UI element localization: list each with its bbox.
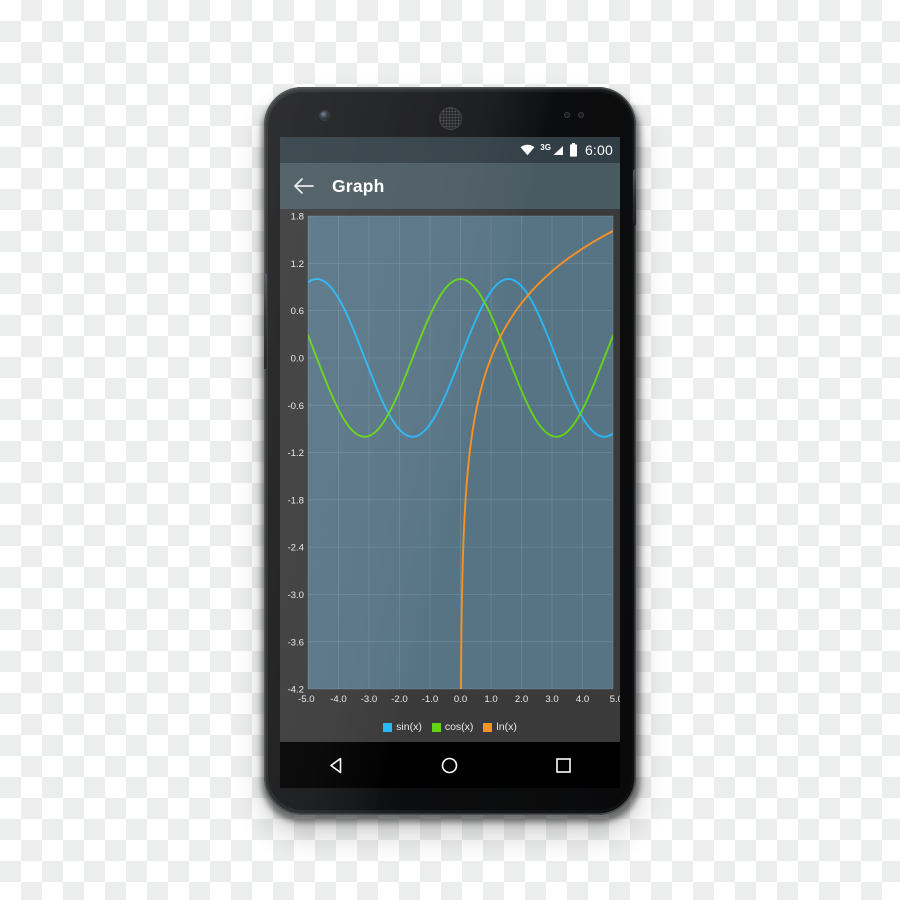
y-tick-label: 0.6 bbox=[291, 306, 304, 317]
network-type-label: 3G bbox=[540, 143, 551, 152]
volume-button[interactable] bbox=[264, 273, 267, 369]
legend-swatch bbox=[483, 722, 493, 732]
battery-icon bbox=[569, 143, 578, 157]
app-bar: Graph bbox=[280, 163, 620, 209]
x-tick-label: -4.0 bbox=[330, 694, 347, 705]
x-tick-label: -5.0 bbox=[298, 694, 315, 705]
proximity-sensor-icon bbox=[564, 112, 570, 118]
graph-container[interactable]: 1.8 1.2 0.6 0.0 -0.6 -1.2 -1.8 -2.4 -3.0 -3.6 -4.2… bbox=[280, 209, 620, 742]
legend-item[interactable]: sin(x) bbox=[383, 721, 422, 733]
y-tick-label: -1.8 bbox=[287, 495, 304, 506]
x-tick-label: 1.0 bbox=[484, 694, 497, 705]
legend-item[interactable]: cos(x) bbox=[431, 721, 474, 733]
android-navigation-bar bbox=[280, 742, 620, 788]
page-root: 3G 6:00 Graph 1.8 1.2 0.6 0.0 -0.6 -1.2 … bbox=[0, 0, 900, 900]
light-sensor-icon bbox=[578, 112, 584, 118]
android-phone-device: 3G 6:00 Graph 1.8 1.2 0.6 0.0 -0.6 -1.2 … bbox=[264, 87, 636, 815]
legend-item[interactable]: ln(x) bbox=[483, 721, 517, 733]
wifi-icon bbox=[520, 144, 535, 156]
y-tick-label: 1.2 bbox=[291, 259, 304, 270]
legend-label: sin(x) bbox=[396, 721, 422, 733]
phone-screen: 3G 6:00 Graph 1.8 1.2 0.6 0.0 -0.6 -1.2 … bbox=[280, 137, 620, 742]
x-tick-label: -2.0 bbox=[391, 694, 408, 705]
y-tick-label: -2.4 bbox=[287, 543, 304, 554]
power-button[interactable] bbox=[633, 169, 636, 225]
legend-swatch bbox=[431, 722, 441, 732]
nav-back-icon[interactable] bbox=[305, 742, 369, 788]
y-tick-label: 0.0 bbox=[291, 354, 304, 365]
signal-icon: 3G bbox=[540, 144, 564, 156]
x-tick-label: 0.0 bbox=[454, 694, 467, 705]
x-tick-label: 2.0 bbox=[515, 694, 528, 705]
y-tick-label: -3.0 bbox=[287, 590, 304, 601]
arrow-left-icon[interactable] bbox=[293, 177, 314, 195]
status-bar-clock: 6:00 bbox=[584, 142, 613, 158]
status-bar: 3G 6:00 bbox=[280, 137, 620, 163]
y-tick-label: -1.2 bbox=[287, 448, 304, 459]
chart-legend: sin(x) cos(x) ln(x) bbox=[280, 721, 620, 733]
y-tick-label: -0.6 bbox=[287, 401, 304, 412]
legend-swatch bbox=[383, 722, 393, 732]
x-tick-label: 4.0 bbox=[576, 694, 589, 705]
legend-label: cos(x) bbox=[444, 721, 474, 733]
earpiece-speaker-icon bbox=[439, 107, 462, 130]
front-camera-icon bbox=[320, 111, 329, 120]
nav-recents-icon[interactable] bbox=[531, 742, 595, 788]
y-tick-label: 1.8 bbox=[291, 212, 304, 223]
nav-home-icon[interactable] bbox=[418, 742, 482, 788]
page-title: Graph bbox=[332, 175, 385, 196]
x-tick-label: 3.0 bbox=[545, 694, 558, 705]
function-graph-chart[interactable]: 1.81.20.60.0-0.6-1.2-1.8-2.4-3.0-3.6-4.2… bbox=[280, 209, 620, 742]
y-tick-label: -3.6 bbox=[287, 637, 304, 648]
x-tick-label: -1.0 bbox=[422, 694, 439, 705]
x-tick-label: 5.0 bbox=[610, 694, 620, 705]
legend-label: ln(x) bbox=[496, 721, 517, 733]
x-tick-label: -3.0 bbox=[361, 694, 378, 705]
